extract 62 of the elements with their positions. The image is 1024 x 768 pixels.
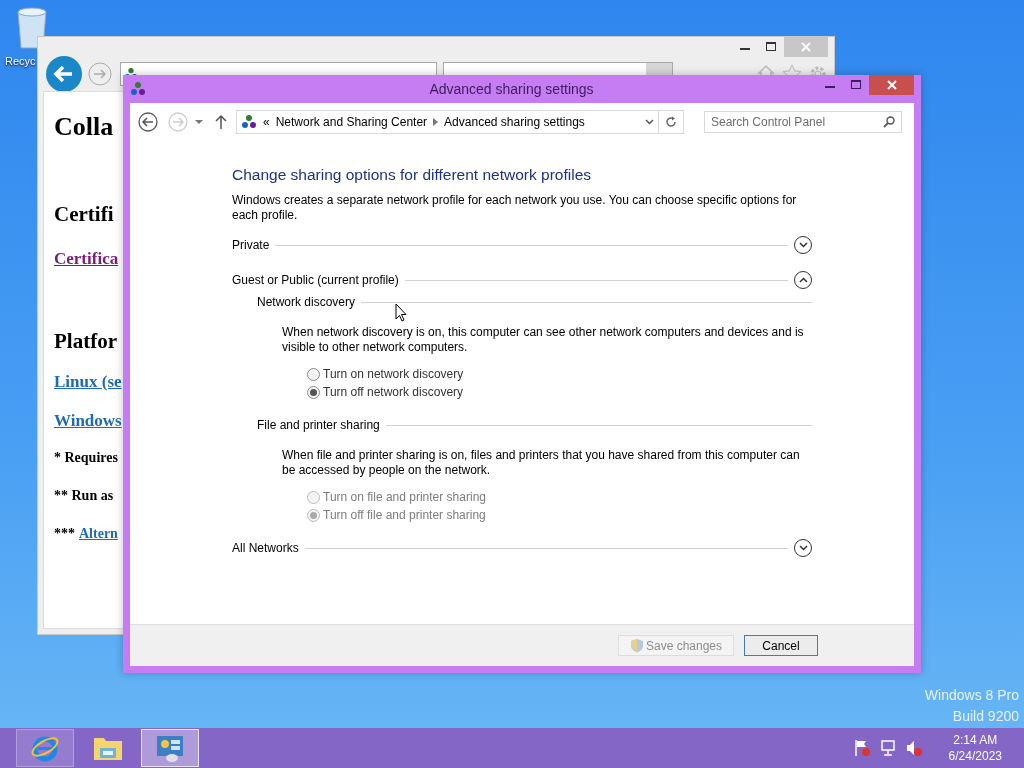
- setting-group-title: File and printer sharing: [257, 418, 380, 432]
- page-note: ***: [54, 526, 75, 542]
- taskbar-button[interactable]: [16, 729, 74, 767]
- page-heading: Certifi: [54, 202, 114, 227]
- network-icon: [241, 114, 257, 130]
- clock-date[interactable]: 6/24/2023: [948, 749, 1002, 763]
- volume-muted-icon[interactable]: [904, 739, 923, 757]
- mouse-cursor-icon: [395, 303, 407, 322]
- control-panel-icon: [155, 733, 185, 763]
- breadcrumb-overflow[interactable]: «: [263, 115, 270, 129]
- profile-section-title[interactable]: Private: [232, 238, 270, 252]
- address-bar[interactable]: « Network and Sharing Center Advanced sharing settings: [236, 110, 684, 134]
- chevron-down-icon: [798, 545, 808, 551]
- page-heading: Colla: [54, 112, 114, 142]
- up-arrow-icon[interactable]: [214, 114, 228, 130]
- window-icon: [130, 81, 146, 97]
- back-button[interactable]: [46, 56, 82, 92]
- radio-button[interactable]: [307, 385, 320, 399]
- page-heading: Platfor: [54, 329, 117, 354]
- flag-icon[interactable]: [852, 739, 871, 757]
- dropdown-chevron-icon[interactable]: [645, 119, 654, 125]
- page-link[interactable]: Altern: [79, 526, 118, 542]
- recycle-bin-icon[interactable]: [15, 6, 49, 50]
- setting-description: When network discovery is on, this computer can see other network computers and devices and is visible to other network computers.: [282, 325, 805, 355]
- page-link[interactable]: Windows: [54, 411, 122, 431]
- close-button[interactable]: [869, 75, 914, 95]
- close-icon: [801, 42, 811, 52]
- window-title: Advanced sharing settings: [429, 81, 594, 97]
- maximize-icon: [766, 42, 776, 52]
- chevron-down-icon: [798, 242, 808, 248]
- edition-text: Build 9200: [952, 708, 1019, 724]
- page-note: * Requires: [54, 450, 118, 466]
- breadcrumb-item[interactable]: Advanced sharing settings: [444, 115, 585, 129]
- setting-description: When file and printer sharing is on, files and printers that you have shared from this computer can be accessed by people on the network.: [282, 448, 801, 478]
- chevron-up-icon: [798, 277, 808, 283]
- radio-label[interactable]: Turn off network discovery: [323, 385, 464, 399]
- radio-button[interactable]: [307, 367, 320, 381]
- network-status-icon[interactable]: [878, 739, 897, 757]
- search-field[interactable]: Search Control Panel: [704, 111, 902, 133]
- profile-section-title[interactable]: Guest or Public (current profile): [232, 273, 399, 287]
- desktop-icon-label[interactable]: Recyc: [5, 55, 36, 67]
- clock-time[interactable]: 2:14 AM: [953, 733, 998, 747]
- shield-icon: [629, 638, 644, 653]
- page-link[interactable]: Certifica: [54, 249, 119, 269]
- maximize-icon: [851, 80, 861, 90]
- dialog-button[interactable]: Cancel: [744, 635, 818, 656]
- page-heading: Change sharing options for different network profiles: [232, 166, 592, 184]
- dropdown-caret-icon[interactable]: [194, 119, 204, 125]
- page-link[interactable]: Linux (se: [54, 372, 122, 392]
- radio-label[interactable]: Turn on network discovery: [323, 367, 464, 381]
- page-description: Windows creates a separate network profile for each network you use. You can choose specific options for each profile.: [232, 193, 798, 223]
- setting-group-title: Network discovery: [257, 295, 356, 309]
- edition-text: Windows 8 Pro: [924, 687, 1019, 703]
- page-note: ** Run as: [54, 488, 114, 504]
- back-button[interactable]: [138, 112, 158, 132]
- profile-section-title[interactable]: All Networks: [232, 541, 299, 555]
- breadcrumb-item[interactable]: Network and Sharing Center: [275, 115, 428, 129]
- taskbar-button[interactable]: [141, 729, 199, 767]
- breadcrumb-separator-icon[interactable]: [433, 118, 439, 126]
- search-icon[interactable]: [883, 116, 895, 128]
- refresh-icon[interactable]: [665, 116, 677, 128]
- close-icon: [886, 80, 897, 90]
